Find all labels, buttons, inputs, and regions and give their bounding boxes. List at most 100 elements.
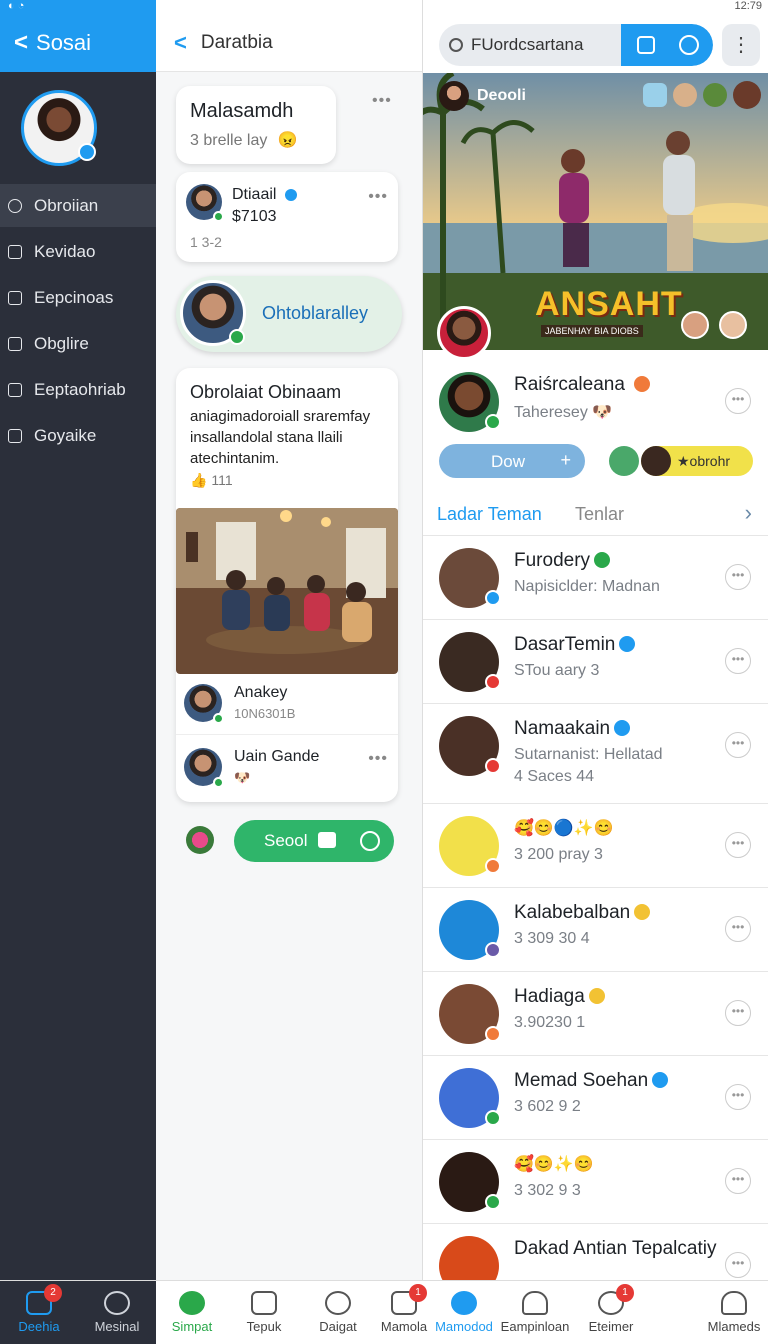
verified-badge-icon bbox=[634, 904, 651, 920]
friend-subtitle: 3 200 pray 3 bbox=[514, 846, 603, 863]
nav-mamola[interactable]: 1 Mamola bbox=[376, 1281, 432, 1344]
nav-simpat[interactable]: Simpat bbox=[156, 1281, 228, 1344]
globe-icon bbox=[179, 1291, 205, 1315]
sidebar-item-4[interactable]: Obglire bbox=[0, 322, 156, 365]
chip-avatar-1[interactable] bbox=[609, 446, 639, 476]
hero-avatar[interactable] bbox=[439, 81, 469, 111]
featured-friend-row[interactable]: Raiśrcaleana Taheresey 🐶 ••• bbox=[423, 360, 768, 444]
more-options-icon[interactable]: ••• bbox=[372, 92, 392, 110]
reaction-count[interactable]: 👍 111 bbox=[190, 472, 233, 489]
chevron-right-icon[interactable]: › bbox=[745, 500, 752, 526]
friend-emojis: 🥰😊🔵✨😊 bbox=[514, 820, 614, 837]
avatar[interactable] bbox=[681, 311, 709, 339]
bubble-title: Malasamdh bbox=[190, 100, 294, 122]
nav-eteimer[interactable]: 1 Eteimer bbox=[574, 1281, 648, 1344]
more-options-icon[interactable]: ••• bbox=[725, 832, 751, 858]
menu-kebab-icon[interactable]: ⋮ bbox=[722, 24, 760, 66]
friend-row[interactable]: Dakad Antian Tepalcatiy ••• bbox=[423, 1224, 768, 1280]
profile-avatar[interactable] bbox=[21, 90, 97, 166]
comment-author: Anakey bbox=[234, 684, 288, 701]
sidebar-item-2[interactable]: Kevidao bbox=[0, 230, 156, 273]
friend-row[interactable]: Furodery Napisiclder: Madnan ••• bbox=[423, 536, 768, 620]
friend-row[interactable]: 🥰😊🔵✨😊 3 200 pray 3 ••• bbox=[423, 804, 768, 888]
chip[interactable]: ★obrohr bbox=[641, 446, 753, 476]
hero-reaction-icons[interactable] bbox=[643, 81, 761, 111]
photo-icon[interactable] bbox=[643, 83, 667, 107]
nav-mamodod[interactable]: Mamodod bbox=[432, 1281, 496, 1344]
nav-mlameds[interactable]: Mlameds bbox=[700, 1281, 768, 1344]
more-options-icon[interactable]: ••• bbox=[368, 188, 388, 206]
box-icon[interactable] bbox=[673, 83, 697, 107]
more-options-icon[interactable]: ••• bbox=[725, 388, 751, 414]
search-bar[interactable]: FUordcsartana bbox=[439, 24, 713, 66]
sidebar-item-label: Obglire bbox=[34, 333, 89, 353]
sidebar-item-label: Eeptaohriab bbox=[34, 379, 126, 399]
sidebar-item-label: Goyaike bbox=[34, 425, 97, 445]
nav-label: Daigat bbox=[319, 1319, 357, 1334]
post-photo[interactable] bbox=[176, 508, 398, 674]
friend-row[interactable]: Memad Soehan 3 602 9 2 ••• bbox=[423, 1056, 768, 1140]
message-bubble[interactable]: Malasamdh 3 brelle lay 😠 bbox=[176, 86, 336, 164]
sidebar: < Sosai Obroiian Kevidao Eepcinoas Obgli… bbox=[0, 0, 156, 1280]
shield-icon[interactable] bbox=[637, 36, 655, 54]
nav-daigat[interactable]: Daigat bbox=[300, 1281, 376, 1344]
more-options-icon[interactable]: ••• bbox=[725, 564, 751, 590]
search-input[interactable]: FUordcsartana bbox=[471, 35, 583, 55]
friend-row[interactable]: Hadiaga 3.90230 1 ••• bbox=[423, 972, 768, 1056]
avatar bbox=[184, 684, 224, 724]
tab-tenlar[interactable]: Tenlar bbox=[575, 504, 624, 525]
friend-row[interactable]: Namaakain Sutarnanist: Hellatad 4 Saces … bbox=[423, 704, 768, 804]
friend-name: Raiśrcaleana bbox=[514, 374, 625, 395]
checkbox-icon bbox=[8, 336, 22, 351]
verified-badge-icon bbox=[588, 988, 605, 1004]
nav-eampinloan[interactable]: Eampinloan bbox=[496, 1281, 574, 1344]
more-options-icon[interactable]: ••• bbox=[725, 1252, 751, 1278]
sidebar-item-label: Obroiian bbox=[34, 195, 99, 215]
friend-emojis: 🥰😊✨😊 bbox=[514, 1156, 594, 1173]
profile-icon bbox=[721, 1291, 747, 1315]
avatar[interactable] bbox=[719, 311, 747, 339]
profile-card[interactable]: Dtiaail $7103 1 3-2 ••• bbox=[176, 172, 398, 262]
profile-meta: 1 3-2 bbox=[190, 234, 222, 250]
more-options-icon[interactable]: ••• bbox=[725, 916, 751, 942]
tab-ladar-teman[interactable]: Ladar Teman bbox=[437, 504, 542, 525]
nav-mesinal[interactable]: Mesinal bbox=[78, 1281, 156, 1344]
sticker-icon[interactable] bbox=[186, 826, 214, 854]
sidebar-item-3[interactable]: Eepcinoas bbox=[0, 276, 156, 319]
dow-button[interactable]: Dow + bbox=[439, 444, 585, 478]
checkbox-icon bbox=[8, 244, 22, 259]
search-actions[interactable] bbox=[621, 24, 713, 66]
nav-label: Eteimer bbox=[588, 1319, 634, 1334]
friend-subtitle: 3.90230 1 bbox=[514, 1014, 586, 1031]
friend-row[interactable]: DasarTemin STou aary 3 ••• bbox=[423, 620, 768, 704]
back-chevron-icon[interactable]: < bbox=[174, 30, 187, 56]
nav-label: Eampinloan bbox=[500, 1319, 570, 1334]
back-chevron-icon[interactable]: < bbox=[14, 29, 28, 57]
more-options-icon[interactable]: ••• bbox=[368, 750, 388, 768]
game-icon[interactable] bbox=[703, 83, 727, 107]
sidebar-item-6[interactable]: Goyaike bbox=[0, 414, 156, 457]
nav-tepuk[interactable]: Tepuk bbox=[228, 1281, 300, 1344]
friend-row[interactable]: Kalabebalban 3 309 30 4 ••• bbox=[423, 888, 768, 972]
more-options-icon[interactable]: ••• bbox=[725, 732, 751, 758]
friend-row[interactable]: 🥰😊✨😊 3 302 9 3 ••• bbox=[423, 1140, 768, 1224]
nav-home[interactable]: 2 Deehia bbox=[0, 1281, 78, 1344]
search-icon bbox=[449, 38, 463, 52]
dog-emoji-icon: 🐶 bbox=[234, 770, 251, 785]
featured-avatar[interactable] bbox=[437, 306, 491, 360]
more-options-icon[interactable]: ••• bbox=[725, 1168, 751, 1194]
friend-name: DasarTemin bbox=[514, 634, 616, 655]
avatar[interactable] bbox=[733, 81, 761, 109]
verified-badge-icon bbox=[594, 552, 611, 568]
post-title: Obrolaiat Obinaam bbox=[190, 382, 342, 402]
sidebar-item-5[interactable]: Eeptaohriab bbox=[0, 368, 156, 411]
post-card[interactable]: Obrolaiat Obinaam aniagimadoroiall srare… bbox=[176, 368, 398, 802]
more-options-icon[interactable]: ••• bbox=[725, 1000, 751, 1026]
check-circle-icon[interactable] bbox=[679, 35, 699, 55]
contact-pill[interactable]: Ohtoblaralley bbox=[176, 276, 402, 352]
send-button[interactable]: Seool bbox=[234, 820, 394, 862]
sidebar-item-search[interactable]: Obroiian bbox=[0, 184, 156, 227]
friend-name: Dakad Antian Tepalcatiy bbox=[514, 1238, 717, 1259]
more-options-icon[interactable]: ••• bbox=[725, 1084, 751, 1110]
more-options-icon[interactable]: ••• bbox=[725, 648, 751, 674]
